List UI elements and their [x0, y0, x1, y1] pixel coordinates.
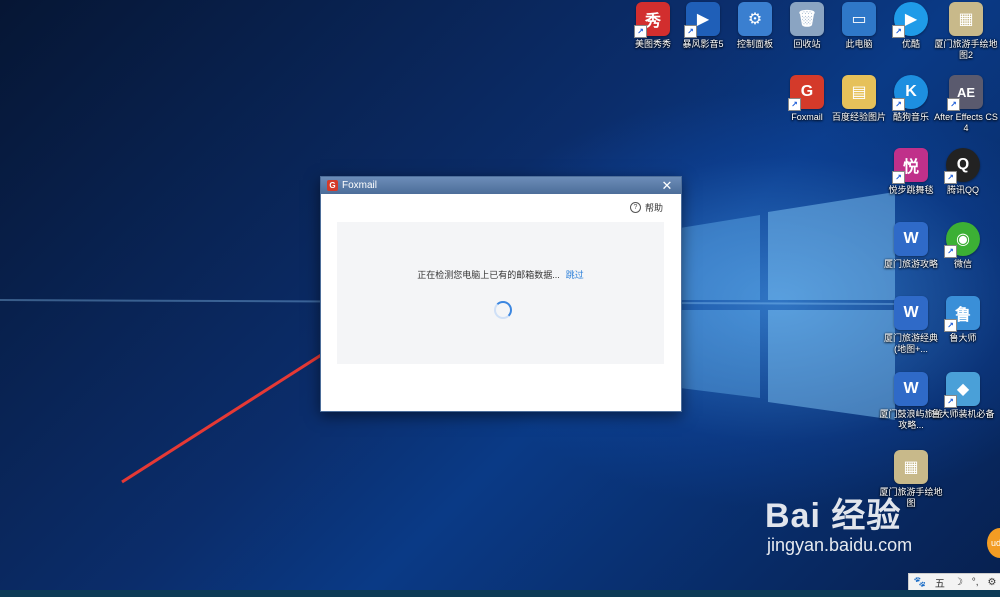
ludashi-toolbox-icon: ◆ ↗: [944, 372, 980, 408]
after-effects-icon: AE ↗: [947, 75, 983, 111]
meitu-icon: 秀 ↗: [634, 2, 670, 38]
qq-icon: Q ↗: [944, 148, 980, 184]
help-icon[interactable]: ?: [629, 201, 641, 213]
desktop-icon-ludashi[interactable]: 鲁 ↗ 鲁大师: [931, 296, 995, 344]
paw-icon[interactable]: 🐾: [913, 577, 925, 588]
watermark-main: Bai 经验: [765, 497, 902, 535]
desktop-icon-wechat[interactable]: ◉ ↗ 微信: [931, 222, 995, 270]
ludashi-icon: 鲁 ↗: [944, 296, 980, 332]
desktop-icon-after-effects[interactable]: AE ↗ After Effects CS4: [934, 75, 998, 134]
wechat-icon: ◉ ↗: [944, 222, 980, 258]
ime-mode[interactable]: 五: [935, 575, 945, 590]
desktop-icon-xiamen-map-2[interactable]: ▦ 厦门旅游手绘地图2: [934, 2, 998, 61]
taskbar: [0, 590, 1000, 597]
icon-label: 微信: [953, 259, 972, 269]
computer-icon: ▭: [842, 2, 876, 36]
foxmail-logo-icon: G: [327, 180, 338, 191]
detection-panel: 正在检测您电脑上已有的邮箱数据... 跳过: [337, 222, 664, 364]
folder-icon: ▤: [842, 75, 876, 109]
icon-label: After Effects CS4: [934, 112, 998, 133]
foxmail-icon: G ↗: [788, 75, 824, 111]
gear-icon[interactable]: ⚙: [987, 577, 996, 588]
map-icon: ▦: [949, 2, 983, 36]
dance-mat-icon: 悦 ↗: [892, 148, 928, 184]
moon-icon[interactable]: ☽: [954, 577, 963, 588]
baidu-watermark: Bai 经验 jingyan.baidu.com: [765, 488, 965, 578]
punctuation-icon[interactable]: °,: [972, 577, 979, 588]
foxmail-dialog: G Foxmail ✕ ? 帮助 正在检测您电脑上已有的邮箱数据... 跳过: [320, 176, 682, 412]
word-doc-icon: W: [894, 372, 928, 406]
watermark-url: jingyan.baidu.com: [767, 535, 913, 555]
recycle-bin-icon: 🗑: [790, 2, 824, 36]
loading-spinner-icon: [494, 301, 512, 319]
status-text: 正在检测您电脑上已有的邮箱数据...: [417, 270, 560, 280]
map-icon: ▦: [894, 450, 928, 484]
skip-link[interactable]: 跳过: [566, 270, 584, 280]
dialog-titlebar[interactable]: G Foxmail ✕: [321, 177, 681, 194]
icon-label: 鲁大师装机必备: [931, 409, 995, 419]
desktop-icon-ludashi-toolbox[interactable]: ◆ ↗ 鲁大师装机必备: [931, 372, 995, 420]
control-panel-icon: ⚙: [738, 2, 772, 36]
help-link[interactable]: 帮助: [645, 201, 663, 214]
word-doc-icon: W: [894, 296, 928, 330]
close-button[interactable]: ✕: [659, 178, 675, 194]
icon-label: 鲁大师: [949, 333, 977, 343]
youku-icon: ▶ ↗: [892, 2, 928, 38]
kugou-icon: K ↗: [892, 75, 928, 111]
icon-label: 腾讯QQ: [946, 185, 979, 195]
icon-label: 厦门旅游手绘地图2: [934, 39, 998, 60]
status-line: 正在检测您电脑上已有的邮箱数据... 跳过: [337, 268, 664, 281]
help-bar: ? 帮助: [321, 194, 681, 220]
desktop-icon-qq[interactable]: Q ↗ 腾讯QQ: [931, 148, 995, 196]
video-player-icon: ▶ ↗: [684, 2, 720, 38]
word-doc-icon: W: [894, 222, 928, 256]
dialog-title: Foxmail: [342, 180, 378, 191]
